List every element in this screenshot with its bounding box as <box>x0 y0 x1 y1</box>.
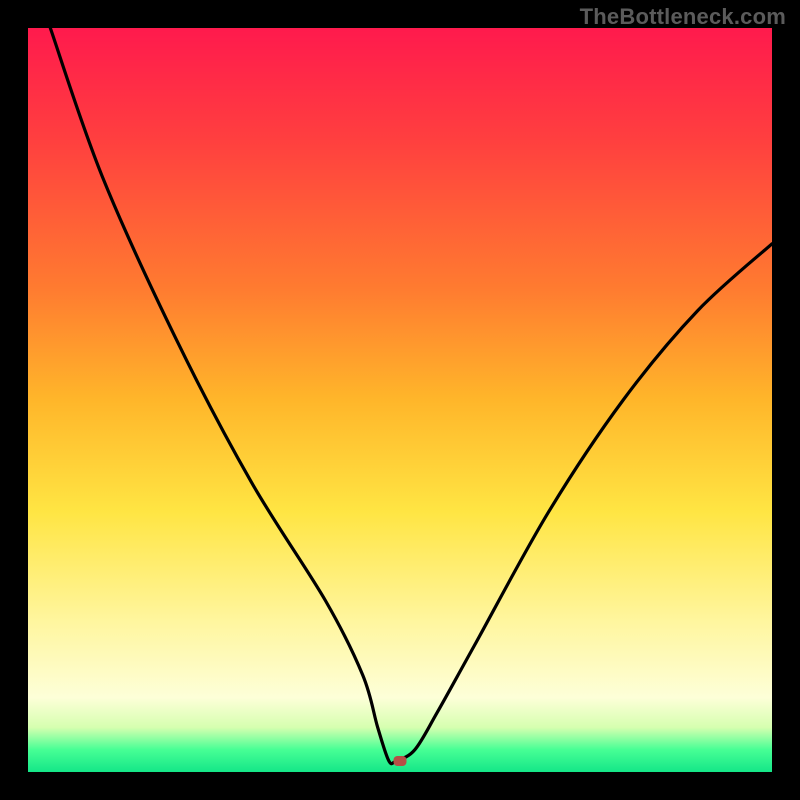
curve-svg <box>28 28 772 772</box>
watermark-text: TheBottleneck.com <box>580 4 786 30</box>
plot-area <box>28 28 772 772</box>
bottleneck-curve-path <box>50 28 772 764</box>
minimum-marker <box>394 756 407 766</box>
chart-frame: TheBottleneck.com <box>0 0 800 800</box>
